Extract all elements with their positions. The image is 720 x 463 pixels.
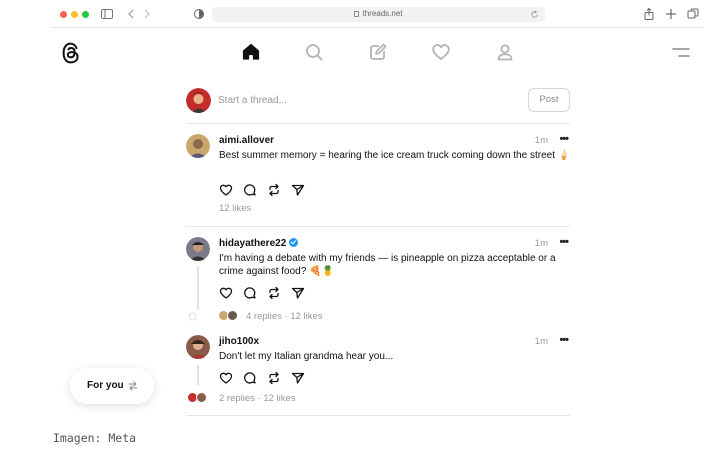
- feed-switcher-label: For you: [87, 380, 124, 391]
- username-text: hidayathere22: [219, 238, 287, 249]
- tab-overview-icon[interactable]: [686, 7, 700, 21]
- thread-end-circle-icon: [188, 312, 197, 321]
- divider: [186, 226, 570, 227]
- profile-icon[interactable]: [495, 42, 515, 62]
- reply-icon[interactable]: [243, 286, 257, 300]
- url-text: threads.net: [362, 9, 403, 18]
- username[interactable]: aimi.allover: [219, 135, 274, 146]
- replier-avatar: [196, 392, 207, 403]
- lock-icon: [354, 11, 360, 17]
- activity-heart-icon[interactable]: [431, 42, 451, 62]
- timestamp: 1m: [534, 238, 548, 249]
- back-icon[interactable]: [124, 7, 138, 21]
- like-icon[interactable]: [219, 371, 233, 385]
- avatar[interactable]: [186, 335, 210, 359]
- post-card: hidayathere22 1m ••• I'm having a debate…: [186, 236, 570, 329]
- compose-icon[interactable]: [368, 42, 388, 62]
- feed-switcher-button[interactable]: For you: [70, 368, 154, 404]
- share-send-icon[interactable]: [291, 371, 305, 385]
- reply-icon[interactable]: [243, 183, 257, 197]
- image-credit: Imagen: Meta: [53, 431, 137, 445]
- current-user-avatar[interactable]: [186, 88, 211, 113]
- forward-icon[interactable]: [140, 7, 154, 21]
- post-actions: [219, 286, 309, 300]
- more-options-icon[interactable]: •••: [559, 334, 569, 346]
- more-options-icon[interactable]: •••: [559, 236, 569, 248]
- thread-line: [197, 365, 199, 385]
- divider: [186, 415, 570, 416]
- close-window-button[interactable]: [60, 11, 67, 18]
- thread-line: [197, 267, 199, 309]
- repost-icon[interactable]: [267, 183, 281, 197]
- post-actions: [219, 371, 309, 385]
- browser-toolbar: threads.net: [52, 0, 704, 28]
- share-send-icon[interactable]: [291, 286, 305, 300]
- menu-icon[interactable]: [672, 47, 690, 59]
- minimize-window-button[interactable]: [71, 11, 78, 18]
- post-text: Don't let my Italian grandma hear you...: [219, 351, 394, 362]
- composer-input[interactable]: Start a thread...: [218, 95, 287, 106]
- like-icon[interactable]: [219, 183, 233, 197]
- share-send-icon[interactable]: [291, 183, 305, 197]
- sidebar-icon[interactable]: [100, 7, 114, 21]
- post-stats[interactable]: 2 replies · 12 likes: [219, 393, 296, 404]
- share-icon[interactable]: [642, 7, 656, 21]
- timestamp: 1m: [534, 135, 548, 146]
- avatar[interactable]: [186, 134, 210, 158]
- threads-logo-icon[interactable]: [60, 41, 82, 65]
- post-stats[interactable]: 12 likes: [219, 203, 251, 214]
- timestamp: 1m: [534, 336, 548, 347]
- username[interactable]: hidayathere22: [219, 238, 299, 249]
- swap-arrows-icon: [128, 381, 138, 391]
- post-button[interactable]: Post: [528, 88, 570, 112]
- zoom-window-button[interactable]: [82, 11, 89, 18]
- post-text: I'm having a debate with my friends — is…: [219, 253, 556, 277]
- privacy-shield-icon[interactable]: [192, 7, 206, 21]
- more-options-icon[interactable]: •••: [559, 133, 569, 145]
- post-card: aimi.allover 1m ••• Best summer memory =…: [186, 133, 571, 218]
- composer: Start a thread... Post: [186, 88, 570, 124]
- home-icon[interactable]: [241, 42, 261, 62]
- reload-icon[interactable]: [530, 10, 539, 19]
- repost-icon[interactable]: [267, 371, 281, 385]
- avatar[interactable]: [186, 237, 210, 261]
- address-bar[interactable]: threads.net: [212, 7, 545, 22]
- verified-badge-icon: [289, 238, 299, 247]
- post-actions: [219, 183, 309, 197]
- username[interactable]: jiho100x: [219, 336, 259, 347]
- repost-icon[interactable]: [267, 286, 281, 300]
- like-icon[interactable]: [219, 286, 233, 300]
- post-stats[interactable]: 4 replies · 12 likes: [246, 311, 323, 322]
- reply-icon[interactable]: [243, 371, 257, 385]
- replier-avatar: [227, 310, 238, 321]
- post-text: Best summer memory = hearing the ice cre…: [219, 150, 571, 161]
- search-icon[interactable]: [304, 42, 324, 62]
- new-tab-icon[interactable]: [664, 7, 678, 21]
- post-card: jiho100x 1m ••• Don't let my Italian gra…: [186, 334, 570, 407]
